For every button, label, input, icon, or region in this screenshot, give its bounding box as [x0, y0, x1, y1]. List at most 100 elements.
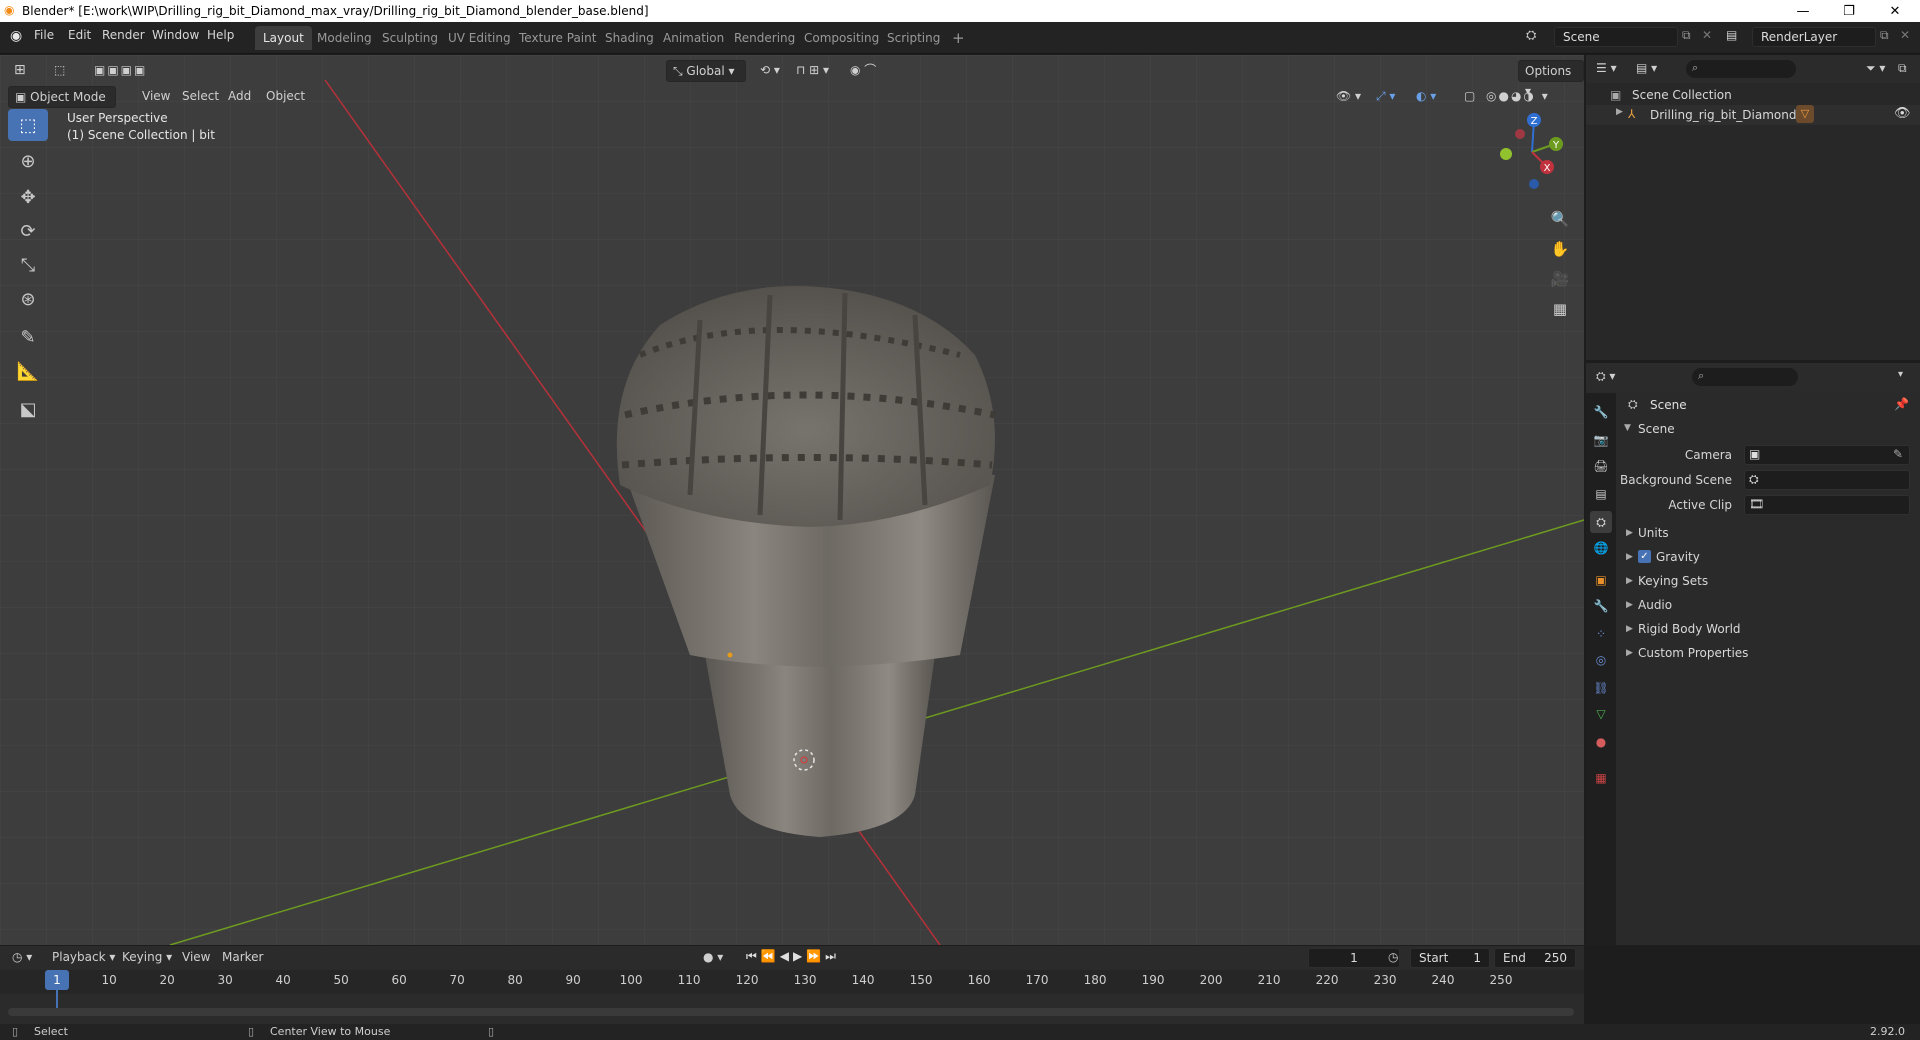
- tool-tab-icon[interactable]: 🔧: [1590, 401, 1612, 423]
- units-panel[interactable]: Units: [1638, 526, 1669, 540]
- record-icon[interactable]: ● ▾: [703, 950, 723, 964]
- menu-keying[interactable]: Keying ▾: [116, 947, 178, 969]
- blender-menu-icon[interactable]: ◉: [10, 28, 22, 44]
- expand-arrow-icon[interactable]: ▶: [1616, 107, 1623, 117]
- scene-collection-label[interactable]: Scene Collection: [1632, 88, 1732, 102]
- annotate-tool[interactable]: ✎: [8, 321, 48, 353]
- material-tab-icon[interactable]: ●: [1590, 731, 1612, 753]
- preview-range-icon[interactable]: ◷: [1388, 950, 1398, 964]
- menu-render[interactable]: Render: [102, 28, 145, 42]
- ortho-grid-icon[interactable]: ▦: [1546, 295, 1574, 323]
- tab-rendering[interactable]: Rendering: [726, 26, 803, 50]
- audio-panel[interactable]: Audio: [1638, 598, 1672, 612]
- minimize-button[interactable]: —: [1780, 0, 1826, 22]
- rigid-body-world-panel[interactable]: Rigid Body World: [1638, 622, 1741, 636]
- keying-sets-panel[interactable]: Keying Sets: [1638, 574, 1708, 588]
- menu-timeline-view[interactable]: View: [176, 947, 216, 969]
- world-tab-icon[interactable]: 🌐: [1590, 537, 1612, 559]
- menu-marker[interactable]: Marker: [216, 947, 269, 969]
- data-tab-icon[interactable]: ▽: [1590, 703, 1612, 725]
- camera-view-icon[interactable]: 🎥: [1546, 265, 1574, 293]
- tab-texture-paint[interactable]: Texture Paint: [511, 26, 604, 50]
- scene-panel-header[interactable]: Scene: [1638, 422, 1675, 436]
- renderlayer-selector[interactable]: RenderLayer: [1752, 27, 1876, 47]
- tab-animation[interactable]: Animation: [655, 26, 732, 50]
- maximize-button[interactable]: ❐: [1826, 0, 1872, 22]
- filter-icon[interactable]: ⏷ ▾: [1866, 61, 1885, 76]
- proportional-edit-icon[interactable]: ◉ ⌒: [844, 60, 882, 82]
- tab-uv-editing[interactable]: UV Editing: [440, 26, 519, 50]
- object-mode-dropdown[interactable]: ▣ Object Mode ▾: [8, 86, 116, 124]
- particles-tab-icon[interactable]: ⁘: [1590, 623, 1612, 645]
- new-renderlayer-icon[interactable]: ⧉: [1880, 28, 1889, 43]
- pivot-icon[interactable]: ⟲ ▾: [754, 60, 786, 82]
- current-frame-field[interactable]: 1: [1308, 948, 1400, 968]
- display-mode-icon[interactable]: ▤ ▾: [1636, 61, 1657, 75]
- pan-hand-icon[interactable]: ✋: [1546, 235, 1574, 263]
- new-collection-icon[interactable]: ⧉: [1898, 61, 1907, 76]
- measure-tool[interactable]: 📐: [8, 355, 48, 387]
- start-frame-field[interactable]: Start 1: [1410, 948, 1490, 968]
- menu-playback[interactable]: Playback ▾: [46, 947, 121, 969]
- menu-view[interactable]: View: [136, 86, 176, 108]
- select-box-tool[interactable]: ⬚: [8, 109, 48, 141]
- close-button[interactable]: ✕: [1872, 0, 1918, 22]
- modifier-tab-icon[interactable]: 🔧: [1590, 595, 1612, 617]
- pin-icon[interactable]: 📌: [1894, 397, 1909, 411]
- eyedropper-icon[interactable]: ✎: [1893, 447, 1903, 461]
- frame-ruler[interactable]: 1 10 20 30 40 50 60 70 80 90 100 110 120 130 140 150 160…: [0, 970, 1584, 1016]
- delete-scene-icon[interactable]: ✕: [1702, 28, 1712, 42]
- constraints-tab-icon[interactable]: ⛓: [1590, 677, 1612, 699]
- properties-editor-type-icon[interactable]: ⛭ ▾: [1596, 369, 1615, 384]
- gravity-panel[interactable]: Gravity: [1656, 550, 1700, 564]
- units-arrow-icon[interactable]: ▶: [1626, 528, 1633, 538]
- gravity-checkbox[interactable]: ✓: [1638, 550, 1651, 563]
- outliner-search-input[interactable]: ⌕: [1686, 60, 1796, 78]
- scene-tab-icon[interactable]: ⛭: [1590, 511, 1612, 533]
- audio-arrow-icon[interactable]: ▶: [1626, 600, 1633, 610]
- shading-mode-icons[interactable]: ◎●◕◑ ▾: [1480, 86, 1556, 108]
- outliner-item-label[interactable]: Drilling_rig_bit_Diamond: [1650, 108, 1796, 122]
- menu-select[interactable]: Select: [176, 86, 225, 108]
- playback-controls[interactable]: ⏮⏪◀▶⏩⏭: [746, 949, 840, 964]
- navigation-gizmo[interactable]: Z Y X: [1490, 110, 1570, 190]
- scene-selector[interactable]: Scene: [1554, 27, 1678, 47]
- transform-tool[interactable]: ⊛: [8, 283, 48, 315]
- custom-properties-arrow-icon[interactable]: ▶: [1626, 648, 1633, 658]
- zoom-icon[interactable]: 🔍: [1546, 205, 1574, 233]
- add-cube-tool[interactable]: ⬕: [8, 393, 48, 425]
- add-workspace-button[interactable]: +: [944, 26, 973, 50]
- overlay-toggle-icon[interactable]: ◐ ▾: [1410, 86, 1442, 108]
- keying-sets-arrow-icon[interactable]: ▶: [1626, 576, 1633, 586]
- object-tab-icon[interactable]: ▣: [1590, 569, 1612, 591]
- menu-add[interactable]: Add: [222, 86, 257, 108]
- timeline-editor-type-icon[interactable]: ◷ ▾: [12, 950, 32, 964]
- xray-icon[interactable]: ▢: [1458, 86, 1481, 108]
- tab-layout[interactable]: Layout: [255, 26, 312, 50]
- scale-tool[interactable]: ⤡: [8, 249, 48, 281]
- gizmo-neg-y-icon[interactable]: [1500, 148, 1512, 160]
- selection-set-icons[interactable]: ▣▣▣▣: [88, 60, 153, 82]
- background-scene-field[interactable]: ⛭: [1744, 470, 1910, 490]
- transform-orientation-dropdown[interactable]: ⤡ Global ▾: [666, 60, 746, 82]
- select-mode-icon[interactable]: ⬚: [48, 60, 71, 82]
- options-dropdown[interactable]: Options ▾: [1518, 60, 1584, 98]
- tab-compositing[interactable]: Compositing: [796, 26, 887, 50]
- physics-tab-icon[interactable]: ◎: [1590, 649, 1612, 671]
- menu-file[interactable]: File: [34, 28, 54, 42]
- gizmo-neg-z-icon[interactable]: [1529, 179, 1539, 189]
- gravity-arrow-icon[interactable]: ▶: [1626, 552, 1633, 562]
- panel-expanded-arrow-icon[interactable]: ▼: [1624, 423, 1631, 433]
- camera-field[interactable]: ▣ ✎: [1744, 445, 1910, 465]
- gizmo-toggle-icon[interactable]: ⤢ ▾: [1370, 86, 1401, 108]
- visibility-eye-icon[interactable]: 👁: [1894, 106, 1911, 121]
- tab-sculpting[interactable]: Sculpting: [374, 26, 446, 50]
- 3d-viewport[interactable]: ⊞ ⬚ ▣▣▣▣ ⤡ Global ▾ ⟲ ▾ ⊓ ⊞ ▾ ◉ ⌒ Option…: [0, 55, 1584, 945]
- tab-scripting[interactable]: Scripting: [879, 26, 948, 50]
- visibility-icon[interactable]: 👁 ▾: [1330, 86, 1367, 108]
- properties-options-icon[interactable]: ▾: [1898, 369, 1903, 380]
- menu-edit[interactable]: Edit: [68, 28, 91, 42]
- gizmo-neg-x-icon[interactable]: [1515, 129, 1525, 139]
- menu-help[interactable]: Help: [207, 28, 234, 42]
- new-scene-icon[interactable]: ⧉: [1682, 28, 1691, 43]
